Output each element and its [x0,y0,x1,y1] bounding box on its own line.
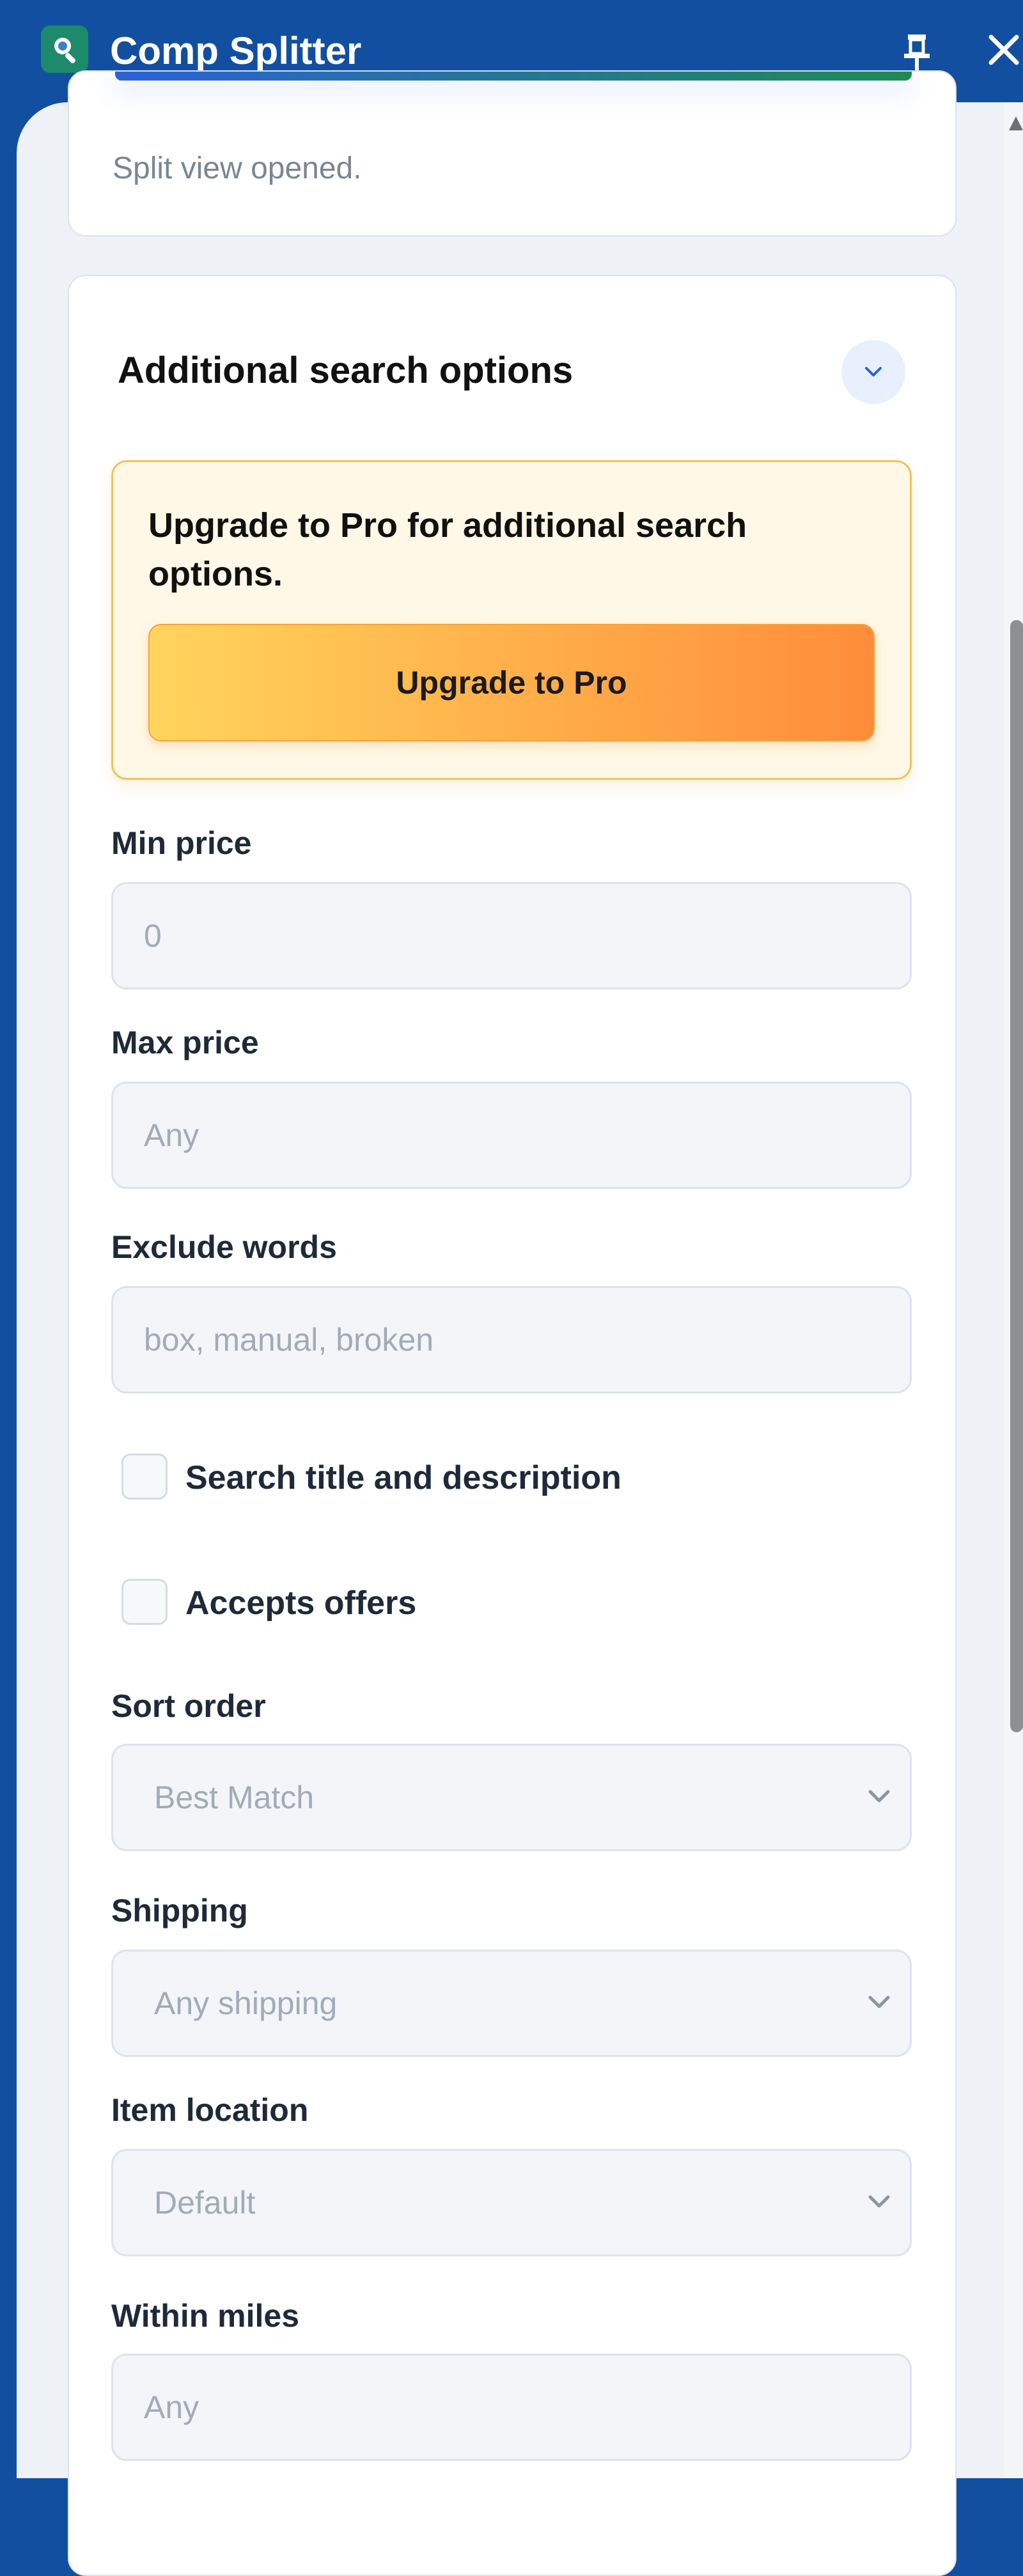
collapse-button[interactable] [841,340,905,404]
scrollbar-thumb[interactable] [1010,620,1023,1732]
accepts-offers-label: Accepts offers [185,1585,417,1622]
progress-bar [115,72,912,81]
upgrade-to-pro-button[interactable]: Upgrade to Pro [148,624,875,741]
chevron-down-icon [868,1996,890,2008]
status-message: Split view opened. [113,151,362,185]
chevron-down-icon [865,367,882,376]
item-location-value: Default [154,2185,256,2221]
item-location-select[interactable]: Default [111,2149,912,2256]
promo-message: Upgrade to Pro for additional search opt… [148,506,747,593]
pin-icon[interactable] [898,29,936,74]
shipping-select[interactable]: Any shipping [111,1950,912,2057]
exclude-words-label: Exclude words [111,1229,337,1265]
shipping-value: Any shipping [154,1985,338,2021]
exclude-words-input[interactable]: box, manual, broken [111,1286,912,1393]
window-title: Comp Splitter [110,29,362,72]
within-miles-input[interactable]: Any [111,2354,912,2461]
max-price-input[interactable]: Any [111,1082,912,1189]
search-title-description-label: Search title and description [185,1459,621,1496]
max-price-label: Max price [111,1025,259,1060]
chevron-down-icon [868,1790,890,1803]
sort-order-label: Sort order [111,1688,266,1724]
search-title-description-checkbox[interactable] [121,1454,168,1500]
item-location-label: Item location [111,2092,309,2128]
section-title: Additional search options [118,350,574,391]
sort-order-select[interactable]: Best Match [111,1744,912,1851]
accepts-offers-checkbox[interactable] [121,1579,168,1625]
close-icon[interactable] [985,27,1023,72]
sort-order-value: Best Match [154,1780,315,1815]
min-price-label: Min price [111,825,252,861]
chevron-down-icon [868,2195,890,2208]
scroll-up-arrow-icon[interactable] [1009,114,1023,133]
within-miles-label: Within miles [111,2298,300,2334]
search-puzzle-icon [41,26,88,73]
shipping-label: Shipping [111,1893,248,1928]
min-price-input[interactable]: 0 [111,882,912,989]
